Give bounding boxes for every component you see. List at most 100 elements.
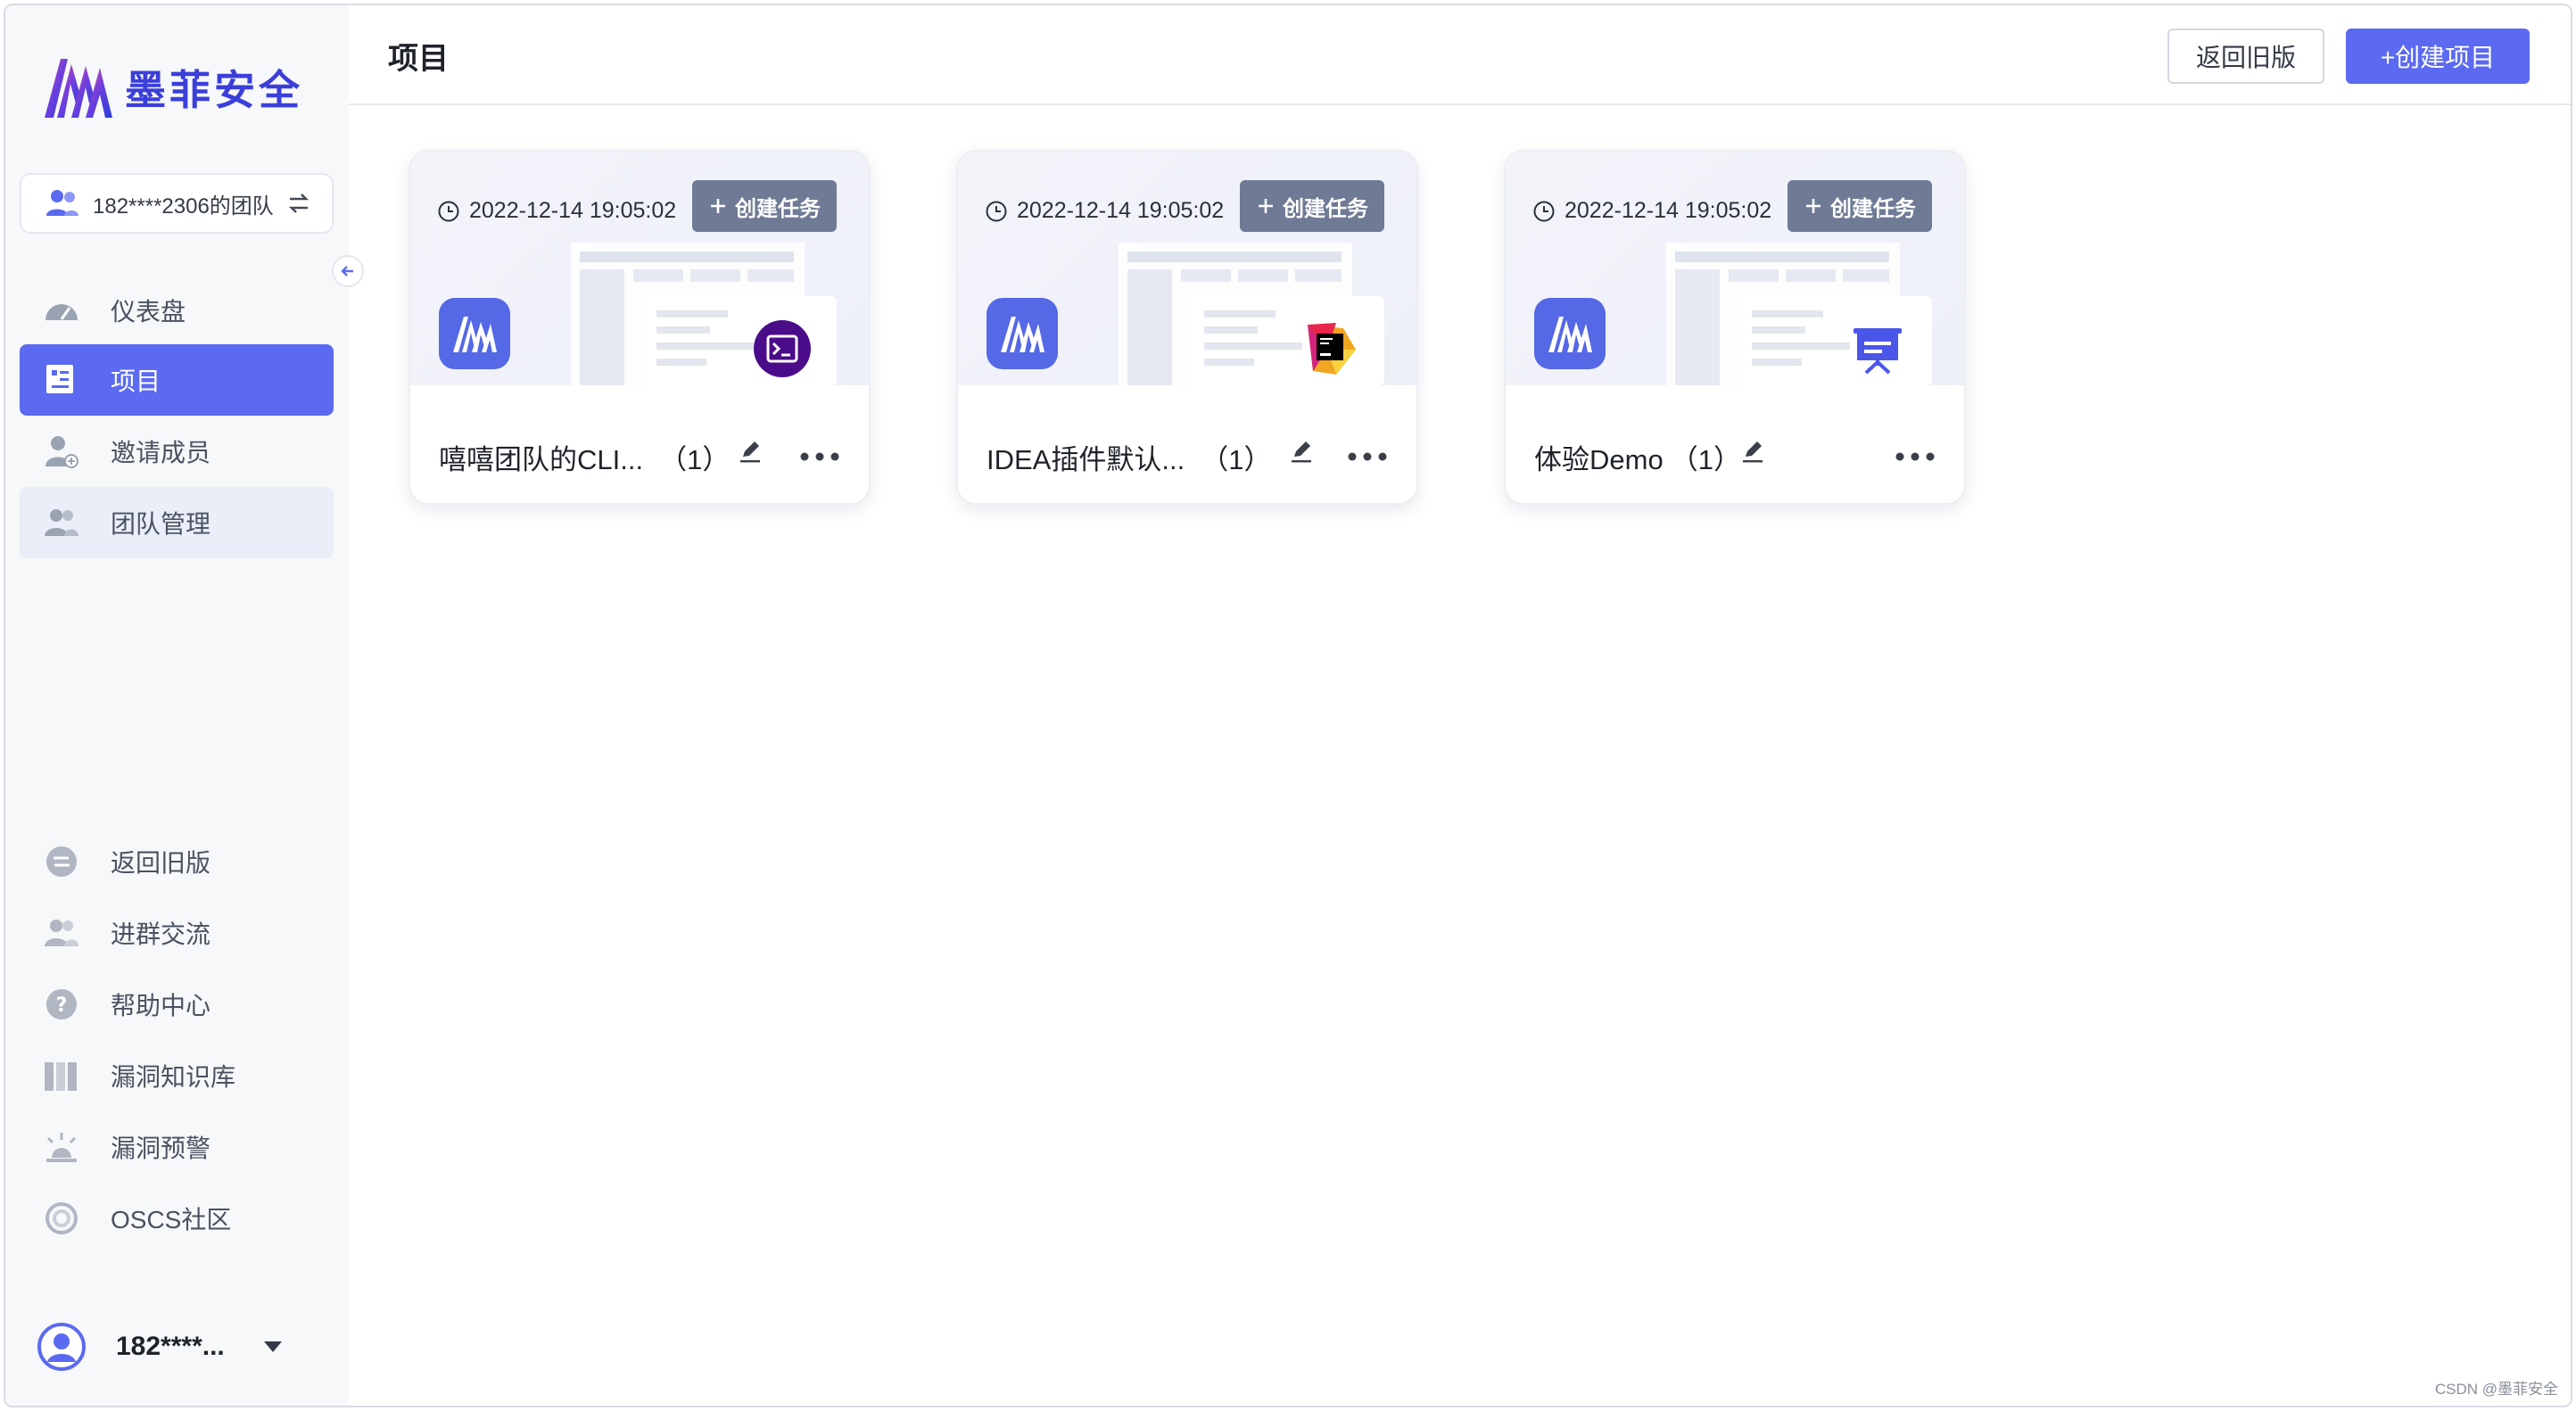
plus-icon	[1806, 199, 1821, 213]
card-date: 2022-12-14 19:05:02	[1532, 198, 1771, 224]
sidebar-item-label: 项目	[111, 367, 161, 395]
swap-icon[interactable]	[286, 191, 311, 216]
sidebar-item-invite[interactable]: 邀请成员	[20, 416, 334, 487]
sidebar-link-label: 漏洞知识库	[111, 1063, 236, 1091]
jetbrains-icon	[1308, 323, 1356, 375]
brand-name: 墨菲安全	[125, 67, 303, 113]
page-title: 项目	[388, 42, 449, 76]
card-date: 2022-12-14 19:05:02	[437, 198, 676, 224]
back-to-old-version-button[interactable]: 返回旧版	[2167, 29, 2324, 84]
project-title: IDEA插件默认...	[987, 444, 1185, 475]
team-switcher[interactable]: 182****2306的团队	[20, 173, 334, 234]
community-icon	[43, 1200, 80, 1237]
project-card[interactable]: 2022-12-14 19:05:02 创建任务	[409, 150, 871, 505]
sidebar-item-label: 邀请成员	[111, 439, 211, 466]
sidebar-item-label: 仪表盘	[111, 298, 186, 326]
murphy-logo-icon	[45, 59, 112, 118]
caret-down-icon	[263, 1341, 282, 1352]
task-count: （1）	[659, 444, 731, 475]
sidebar-link-vuln-alert[interactable]: 漏洞预警	[20, 1120, 334, 1174]
plus-icon	[1259, 199, 1273, 213]
project-name[interactable]: 嘻嘻团队的CLI... （1）	[439, 437, 730, 477]
task-count: （1）	[1201, 444, 1272, 475]
dashboard-icon	[43, 292, 80, 329]
sidebar-item-dashboard[interactable]: 仪表盘	[20, 275, 334, 346]
create-task-label: 创建任务	[735, 196, 821, 221]
switch-icon	[43, 843, 80, 880]
clock-icon	[986, 201, 1007, 221]
create-task-button[interactable]: 创建任务	[1240, 180, 1384, 232]
sidebar-link-label: OSCS社区	[111, 1206, 232, 1234]
sidebar-link-vuln-library[interactable]: 漏洞知识库	[20, 1049, 334, 1102]
project-logo	[987, 298, 1058, 369]
arrow-left-icon	[341, 266, 353, 276]
sidebar-item-projects[interactable]: 项目	[20, 344, 334, 416]
page-header: 项目 返回旧版 +创建项目	[349, 5, 2571, 105]
dashboard-illustration	[1666, 243, 1932, 385]
more-options-icon[interactable]	[799, 451, 840, 462]
create-task-label: 创建任务	[1283, 196, 1368, 221]
avatar	[37, 1323, 86, 1371]
more-options-icon[interactable]	[1347, 451, 1388, 462]
project-title: 体验Demo	[1534, 444, 1664, 475]
project-title: 嘻嘻团队的CLI...	[439, 444, 644, 475]
edit-icon[interactable]	[1290, 439, 1313, 464]
brand-logo[interactable]: 墨菲安全	[41, 52, 303, 123]
project-logo	[1534, 298, 1606, 369]
card-banner: 2022-12-14 19:05:02 创建任务	[958, 152, 1416, 385]
murphy-logo-icon	[1001, 317, 1044, 352]
card-banner: 2022-12-14 19:05:02 创建任务	[410, 152, 869, 385]
card-date-text: 2022-12-14 19:05:02	[1565, 198, 1772, 223]
team-icon	[43, 504, 80, 541]
murphy-logo-icon	[1548, 317, 1592, 352]
create-task-button[interactable]: 创建任务	[692, 180, 837, 232]
terminal-icon	[754, 320, 811, 377]
help-icon: ?	[43, 986, 80, 1023]
edit-icon[interactable]	[1741, 439, 1764, 464]
sidebar-link-label: 漏洞预警	[111, 1135, 211, 1162]
more-options-icon[interactable]	[1895, 451, 1936, 462]
user-menu[interactable]: 182****...	[37, 1320, 323, 1374]
edit-icon[interactable]	[739, 439, 762, 464]
project-card[interactable]: 2022-12-14 19:05:02 创建任务	[1504, 150, 1966, 505]
sidebar: 墨菲安全 182****2306的团队 仪表盘 项目 邀请成员 团队管理 返回旧…	[5, 5, 364, 1406]
create-project-button[interactable]: +创建项目	[2346, 29, 2530, 84]
sidebar-item-label: 团队管理	[111, 510, 211, 538]
team-icon	[46, 190, 78, 216]
watermark: CSDN @墨菲安全	[2434, 1381, 2558, 1398]
task-count: （1）	[1670, 444, 1741, 475]
create-task-button[interactable]: 创建任务	[1788, 180, 1932, 232]
sidebar-link-label: 帮助中心	[111, 992, 211, 1019]
team-name: 182****2306的团队	[93, 194, 274, 219]
clock-icon	[1533, 201, 1555, 221]
card-banner: 2022-12-14 19:05:02 创建任务	[1506, 152, 1964, 385]
sidebar-link-label: 进群交流	[111, 920, 211, 948]
plus-icon	[711, 199, 725, 213]
sidebar-link-label: 返回旧版	[111, 849, 211, 877]
murphy-logo-icon	[453, 317, 497, 352]
svg-text:?: ?	[56, 994, 68, 1017]
sidebar-link-old-version[interactable]: 返回旧版	[20, 835, 334, 888]
project-icon	[43, 361, 80, 399]
card-date-text: 2022-12-14 19:05:02	[469, 198, 677, 223]
card-date: 2022-12-14 19:05:02	[985, 198, 1224, 224]
presentation-board-icon	[1854, 328, 1902, 375]
app-window: 墨菲安全 182****2306的团队 仪表盘 项目 邀请成员 团队管理 返回旧…	[4, 4, 2572, 1407]
card-date-text: 2022-12-14 19:05:02	[1017, 198, 1225, 223]
project-logo	[439, 298, 510, 369]
project-name[interactable]: 体验Demo （1）	[1534, 437, 1741, 477]
sidebar-link-join-group[interactable]: 进群交流	[20, 906, 334, 960]
group-icon	[43, 914, 80, 952]
collapse-sidebar-button[interactable]	[332, 255, 364, 287]
clock-icon	[438, 201, 459, 221]
sidebar-link-help[interactable]: ? 帮助中心	[20, 978, 334, 1031]
alarm-icon	[43, 1128, 80, 1166]
project-card[interactable]: 2022-12-14 19:05:02 创建任务	[956, 150, 1418, 505]
library-icon	[43, 1057, 80, 1094]
sidebar-link-oscs[interactable]: OSCS社区	[20, 1192, 334, 1245]
invite-member-icon	[43, 433, 80, 470]
sidebar-item-team[interactable]: 团队管理	[20, 487, 334, 558]
create-task-label: 创建任务	[1830, 196, 1916, 221]
project-name[interactable]: IDEA插件默认... （1）	[987, 437, 1271, 477]
user-name: 182****...	[116, 1332, 225, 1361]
